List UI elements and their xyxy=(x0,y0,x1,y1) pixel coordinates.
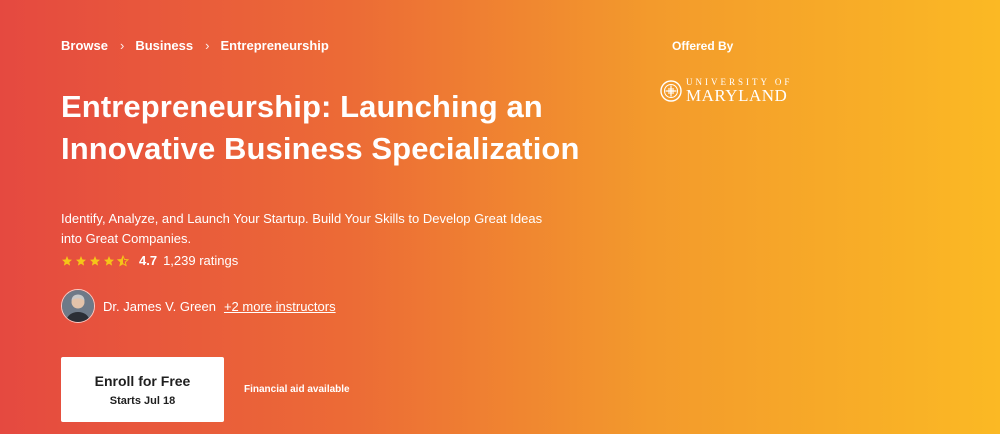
enroll-label: Enroll for Free xyxy=(94,372,191,389)
chevron-right-icon: › xyxy=(205,38,210,53)
university-name-main: MARYLAND xyxy=(686,86,788,105)
breadcrumb-business[interactable]: Business xyxy=(135,38,193,53)
star-icon xyxy=(90,255,100,266)
breadcrumb: Browse › Business › Entrepreneurship xyxy=(61,38,329,53)
instructor-name[interactable]: Dr. James V. Green xyxy=(103,299,216,314)
star-icon xyxy=(104,255,114,266)
more-instructors-link[interactable]: +2 more instructors xyxy=(224,299,336,314)
rating-value: 4.7 xyxy=(139,253,158,268)
breadcrumb-browse[interactable]: Browse xyxy=(61,38,108,53)
chevron-right-icon: › xyxy=(119,38,125,53)
course-rating: 4.7 1,239 ratings xyxy=(61,253,238,268)
enroll-start-date: Starts Jul 18 xyxy=(109,394,176,407)
star-rating xyxy=(61,254,131,267)
course-hero: Browse › Business › Entrepreneurship Ent… xyxy=(0,0,1000,434)
star-icon xyxy=(62,255,72,266)
financial-aid-link[interactable]: Financial aid available xyxy=(244,384,350,395)
instructors: Dr. James V. Green +2 more instructors xyxy=(61,289,336,323)
university-logo[interactable]: UNIVERSITY OF MARYLAND xyxy=(660,78,792,104)
course-title: Entrepreneurship: Launching an Innovativ… xyxy=(61,89,580,166)
offered-by-label: Offered By xyxy=(672,39,734,53)
university-name: UNIVERSITY OF MARYLAND xyxy=(686,78,792,105)
avatar[interactable] xyxy=(61,289,95,323)
university-seal-icon xyxy=(660,80,682,102)
course-description: Identify, Analyze, and Launch Your Start… xyxy=(61,211,543,246)
rating-count: 1,239 ratings xyxy=(163,253,239,268)
breadcrumb-entrepreneurship[interactable]: Entrepreneurship xyxy=(220,38,328,53)
star-icon xyxy=(76,255,86,266)
star-half-icon xyxy=(117,254,129,267)
enroll-button[interactable]: Enroll for Free Starts Jul 18 xyxy=(61,357,224,422)
